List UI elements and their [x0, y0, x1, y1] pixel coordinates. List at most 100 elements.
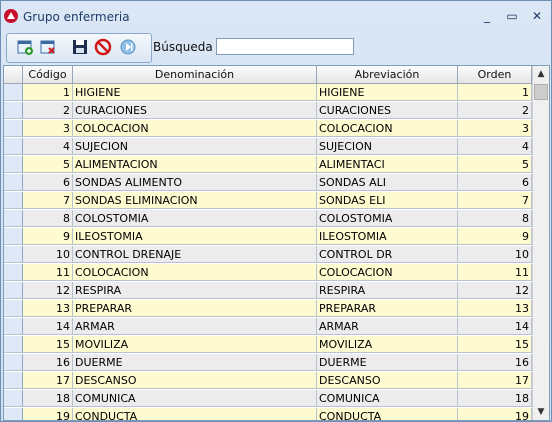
- header-abreviacion[interactable]: Abreviación: [317, 66, 458, 83]
- table-row[interactable]: 15 MOVILIZA MOVILIZA 15: [4, 336, 532, 354]
- cell-codigo[interactable]: 10: [23, 246, 73, 263]
- cell-orden[interactable]: 3: [458, 120, 532, 137]
- cell-codigo[interactable]: 13: [23, 300, 73, 317]
- table-row[interactable]: 16 DUERME DUERME 16: [4, 354, 532, 372]
- maximize-button[interactable]: ▭: [504, 8, 520, 24]
- cell-denominacion[interactable]: ILEOSTOMIA: [73, 228, 317, 245]
- cell-denominacion[interactable]: DUERME: [73, 354, 317, 371]
- cell-abreviacion[interactable]: CURACIONES: [317, 102, 458, 119]
- cell-codigo[interactable]: 12: [23, 282, 73, 299]
- cell-orden[interactable]: 10: [458, 246, 532, 263]
- cell-codigo[interactable]: 17: [23, 372, 73, 389]
- cell-abreviacion[interactable]: ARMAR: [317, 318, 458, 335]
- cell-orden[interactable]: 6: [458, 174, 532, 191]
- header-denominacion[interactable]: Denominación: [73, 66, 317, 83]
- cell-codigo[interactable]: 7: [23, 192, 73, 209]
- cell-codigo[interactable]: 4: [23, 138, 73, 155]
- cell-codigo[interactable]: 8: [23, 210, 73, 227]
- cell-orden[interactable]: 8: [458, 210, 532, 227]
- row-indicator[interactable]: [4, 120, 23, 137]
- table-row[interactable]: 2 CURACIONES CURACIONES 2: [4, 102, 532, 120]
- cell-denominacion[interactable]: MOVILIZA: [73, 336, 317, 353]
- table-row[interactable]: 13 PREPARAR PREPARAR 13: [4, 300, 532, 318]
- row-indicator[interactable]: [4, 372, 23, 389]
- row-indicator[interactable]: [4, 192, 23, 209]
- cell-abreviacion[interactable]: SONDAS ALI: [317, 174, 458, 191]
- minimize-button[interactable]: _: [479, 8, 495, 24]
- row-indicator[interactable]: [4, 282, 23, 299]
- cell-abreviacion[interactable]: COLOCACION: [317, 264, 458, 281]
- cell-denominacion[interactable]: COMUNICA: [73, 390, 317, 407]
- cell-abreviacion[interactable]: SONDAS ELI: [317, 192, 458, 209]
- row-indicator[interactable]: [4, 354, 23, 371]
- cell-orden[interactable]: 18: [458, 390, 532, 407]
- cell-abreviacion[interactable]: ILEOSTOMIA: [317, 228, 458, 245]
- cell-denominacion[interactable]: SUJECION: [73, 138, 317, 155]
- cell-abreviacion[interactable]: HIGIENE: [317, 84, 458, 101]
- table-row[interactable]: 19 CONDUCTA CONDUCTA 19: [4, 408, 532, 420]
- row-indicator[interactable]: [4, 336, 23, 353]
- vertical-scrollbar[interactable]: ▲ ▼: [532, 66, 549, 420]
- row-indicator[interactable]: [4, 174, 23, 191]
- row-indicator[interactable]: [4, 84, 23, 101]
- header-orden[interactable]: Orden: [458, 66, 532, 83]
- table-row[interactable]: 17 DESCANSO DESCANSO 17: [4, 372, 532, 390]
- row-indicator[interactable]: [4, 300, 23, 317]
- row-indicator[interactable]: [4, 156, 23, 173]
- cell-abreviacion[interactable]: ALIMENTACI: [317, 156, 458, 173]
- cell-codigo[interactable]: 5: [23, 156, 73, 173]
- cell-orden[interactable]: 15: [458, 336, 532, 353]
- cell-codigo[interactable]: 3: [23, 120, 73, 137]
- row-indicator[interactable]: [4, 318, 23, 335]
- cell-abreviacion[interactable]: DUERME: [317, 354, 458, 371]
- cell-codigo[interactable]: 16: [23, 354, 73, 371]
- cell-codigo[interactable]: 18: [23, 390, 73, 407]
- cell-codigo[interactable]: 1: [23, 84, 73, 101]
- table-row[interactable]: 10 CONTROL DRENAJE CONTROL DR 10: [4, 246, 532, 264]
- cell-denominacion[interactable]: SONDAS ALIMENTO: [73, 174, 317, 191]
- row-indicator[interactable]: [4, 264, 23, 281]
- cell-orden[interactable]: 7: [458, 192, 532, 209]
- cell-denominacion[interactable]: COLOCACION: [73, 120, 317, 137]
- cell-orden[interactable]: 13: [458, 300, 532, 317]
- cell-orden[interactable]: 12: [458, 282, 532, 299]
- cell-denominacion[interactable]: HIGIENE: [73, 84, 317, 101]
- cell-orden[interactable]: 1: [458, 84, 532, 101]
- cell-codigo[interactable]: 9: [23, 228, 73, 245]
- cell-denominacion[interactable]: SONDAS ELIMINACION: [73, 192, 317, 209]
- scroll-down-icon[interactable]: ▼: [533, 404, 549, 420]
- title-bar[interactable]: Grupo enfermeria _ ▭ ✕: [1, 1, 551, 31]
- cell-orden[interactable]: 4: [458, 138, 532, 155]
- table-row[interactable]: 8 COLOSTOMIA COLOSTOMIA 8: [4, 210, 532, 228]
- new-record-icon[interactable]: [16, 38, 34, 56]
- cell-codigo[interactable]: 14: [23, 318, 73, 335]
- cancel-icon[interactable]: [94, 38, 112, 56]
- cell-orden[interactable]: 11: [458, 264, 532, 281]
- table-row[interactable]: 3 COLOCACION COLOCACION 3: [4, 120, 532, 138]
- cell-orden[interactable]: 17: [458, 372, 532, 389]
- search-input[interactable]: [216, 38, 354, 55]
- cell-orden[interactable]: 14: [458, 318, 532, 335]
- cell-abreviacion[interactable]: DESCANSO: [317, 372, 458, 389]
- scroll-up-icon[interactable]: ▲: [533, 66, 549, 82]
- row-indicator[interactable]: [4, 246, 23, 263]
- cell-denominacion[interactable]: CONDUCTA: [73, 408, 317, 420]
- cell-denominacion[interactable]: RESPIRA: [73, 282, 317, 299]
- cell-denominacion[interactable]: PREPARAR: [73, 300, 317, 317]
- cell-abreviacion[interactable]: COLOCACION: [317, 120, 458, 137]
- table-row[interactable]: 18 COMUNICA COMUNICA 18: [4, 390, 532, 408]
- save-icon[interactable]: [71, 38, 89, 56]
- cell-denominacion[interactable]: CONTROL DRENAJE: [73, 246, 317, 263]
- row-indicator[interactable]: [4, 228, 23, 245]
- cell-orden[interactable]: 2: [458, 102, 532, 119]
- table-row[interactable]: 6 SONDAS ALIMENTO SONDAS ALI 6: [4, 174, 532, 192]
- cell-abreviacion[interactable]: RESPIRA: [317, 282, 458, 299]
- row-indicator[interactable]: [4, 138, 23, 155]
- cell-orden[interactable]: 16: [458, 354, 532, 371]
- cell-abreviacion[interactable]: COLOSTOMIA: [317, 210, 458, 227]
- cell-codigo[interactable]: 11: [23, 264, 73, 281]
- row-indicator[interactable]: [4, 408, 23, 420]
- table-row[interactable]: 7 SONDAS ELIMINACION SONDAS ELI 7: [4, 192, 532, 210]
- cell-abreviacion[interactable]: CONTROL DR: [317, 246, 458, 263]
- header-codigo[interactable]: Código: [23, 66, 73, 83]
